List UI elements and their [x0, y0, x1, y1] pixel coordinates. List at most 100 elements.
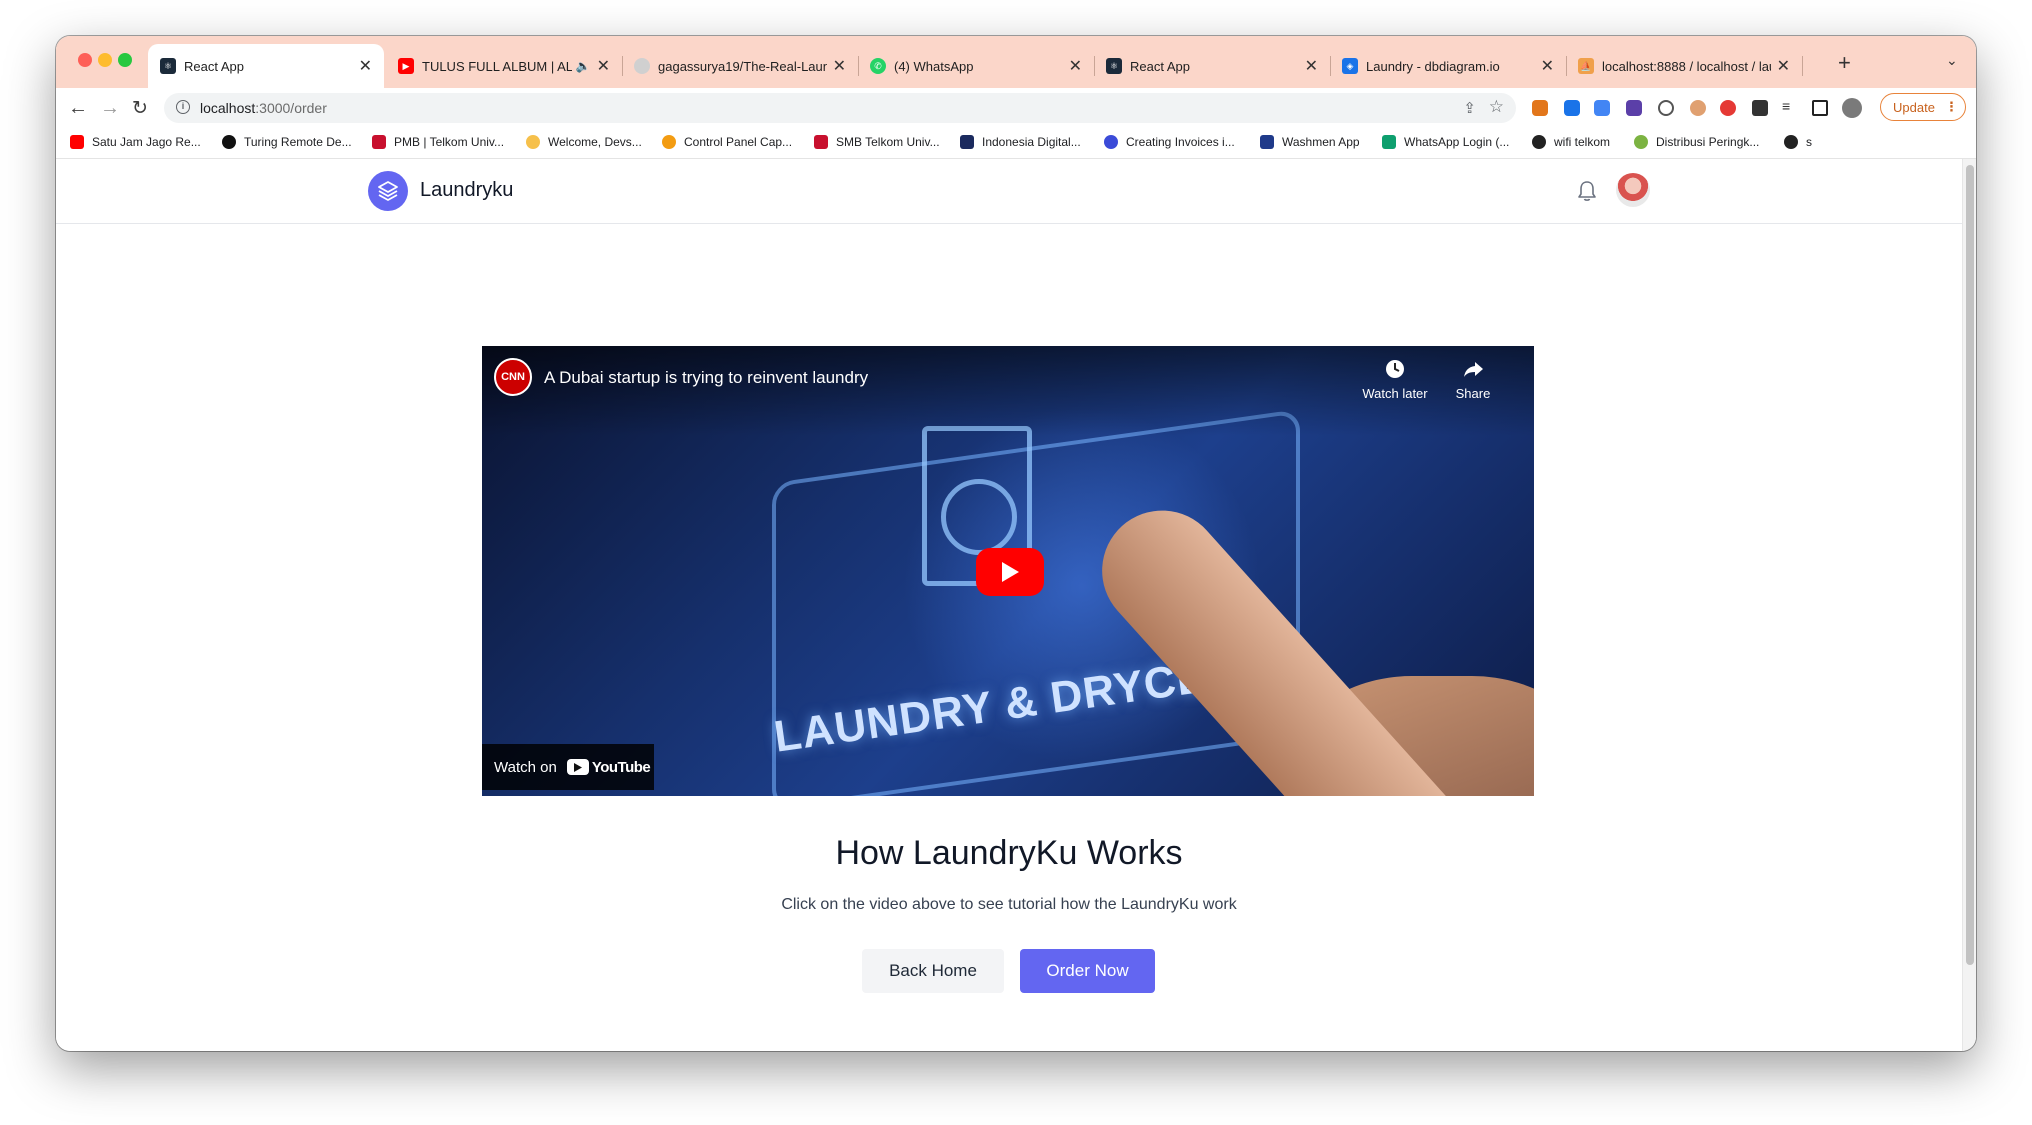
bookmark-label: wifi telkom: [1554, 135, 1611, 149]
close-window-button[interactable]: [78, 53, 92, 67]
translate-extension-icon[interactable]: [1594, 100, 1610, 116]
tab-phpmyadmin[interactable]: ⛵ localhost:8888 / localhost / laundry ✕: [1566, 44, 1803, 88]
bookmark-label: s: [1806, 135, 1812, 149]
share-arrow-icon: [1464, 362, 1483, 377]
tab-title: gagassurya19/The-Real-Laundry: [658, 58, 827, 74]
page-heading: How LaundryKu Works: [835, 834, 1183, 872]
address-bar[interactable]: i localhost:3000/order ⇪ ☆: [164, 93, 1516, 123]
bookmark-item[interactable]: Control Panel Cap...: [662, 135, 792, 149]
close-tab-icon[interactable]: ✕: [359, 56, 372, 76]
bookmark-label: Turing Remote De...: [244, 135, 352, 149]
youtube-wordmark: YouTube: [591, 758, 651, 776]
tab-react-app[interactable]: ⚛ React App ✕: [1094, 44, 1331, 88]
cnn-channel-logo[interactable]: CNN: [494, 358, 532, 396]
watch-later-button[interactable]: Watch later: [1360, 358, 1430, 401]
tab-title: React App: [1130, 58, 1190, 74]
block-extension-icon[interactable]: [1658, 100, 1674, 116]
close-tab-icon[interactable]: ✕: [1541, 56, 1554, 76]
back-arrow-icon[interactable]: ←: [68, 97, 88, 120]
close-tab-icon[interactable]: ✕: [1305, 56, 1318, 76]
bookmark-item[interactable]: Welcome, Devs...: [526, 135, 642, 149]
reload-icon[interactable]: ↻: [132, 97, 148, 120]
profile-avatar-icon[interactable]: [1842, 98, 1862, 118]
tab-dbdiagram[interactable]: ◈ Laundry - dbdiagram.io ✕: [1330, 44, 1567, 88]
github-favicon-icon: [634, 58, 650, 74]
bookmark-item[interactable]: SMB Telkom Univ...: [814, 135, 940, 149]
update-button[interactable]: Update ⋮: [1880, 93, 1966, 121]
youtube-logo: YouTube: [566, 758, 651, 776]
close-tab-icon[interactable]: ✕: [1069, 56, 1082, 76]
bookmark-item[interactable]: Washmen App: [1260, 135, 1360, 149]
tab-whatsapp[interactable]: ✆ (4) WhatsApp ✕: [858, 44, 1095, 88]
tab-react-app-active[interactable]: ⚛ React App ✕: [148, 44, 384, 88]
speaker-muted-icon[interactable]: 🔈: [576, 59, 591, 73]
honey-extension-icon[interactable]: [1690, 100, 1706, 116]
brand-name[interactable]: Laundryku: [420, 179, 513, 202]
close-tab-icon[interactable]: ✕: [833, 56, 846, 76]
washer-door: [941, 479, 1017, 555]
side-panel-icon[interactable]: [1812, 100, 1828, 116]
bookmark-label: Indonesia Digital...: [982, 135, 1081, 149]
share-icon[interactable]: ⇪: [1463, 99, 1476, 117]
bookmark-item[interactable]: Creating Invoices i...: [1104, 135, 1235, 149]
shield-extension-icon[interactable]: [1564, 100, 1580, 116]
new-tab-plus-icon[interactable]: +: [1838, 50, 1851, 76]
red-extension-icon[interactable]: [1720, 100, 1736, 116]
video-title[interactable]: A Dubai startup is trying to reinvent la…: [544, 368, 868, 388]
bookmark-label: Control Panel Cap...: [684, 135, 793, 149]
tab-search-chevron-icon[interactable]: ⌄: [1946, 52, 1958, 69]
bookmark-item[interactable]: Turing Remote De...: [222, 135, 352, 149]
whatsapp-icon: [1382, 135, 1396, 149]
play-icon: [1002, 562, 1019, 582]
minimize-window-button[interactable]: [98, 53, 112, 67]
tab-github-repo[interactable]: gagassurya19/The-Real-Laundry ✕: [622, 44, 859, 88]
tab-bar: ⚛ React App ✕ ▶ TULUS FULL ALBUM | ALBUM…: [56, 36, 1976, 88]
forward-arrow-icon[interactable]: →: [100, 97, 120, 120]
idt-icon: [960, 135, 974, 149]
youtube-video-player[interactable]: LAUNDRY & DRYCLEAN CNN A Dubai startup i…: [482, 346, 1534, 796]
more-menu-icon[interactable]: ⋮: [1945, 99, 1958, 115]
bookmark-item[interactable]: PMB | Telkom Univ...: [372, 135, 504, 149]
maximize-window-button[interactable]: [118, 53, 132, 67]
tab-tulus-album[interactable]: ▶ TULUS FULL ALBUM | ALBUM 🔈 ✕: [386, 44, 623, 88]
puzzle-extensions-icon[interactable]: [1752, 100, 1768, 116]
site-info-icon[interactable]: i: [176, 100, 190, 114]
page-content: Laundryku LAUNDRY & DRYCLEAN CNN A Dubai…: [56, 159, 1962, 1051]
washmen-icon: [1260, 135, 1274, 149]
dbdiagram-favicon-icon: ◈: [1342, 58, 1358, 74]
react-favicon-icon: ⚛: [1106, 58, 1122, 74]
tab-title: localhost:8888 / localhost / laundry: [1602, 58, 1771, 74]
update-label: Update: [1893, 99, 1935, 115]
bookmark-item[interactable]: Indonesia Digital...: [960, 135, 1081, 149]
tab-separator: [1802, 56, 1803, 76]
close-tab-icon[interactable]: ✕: [597, 56, 610, 76]
bookmark-star-icon[interactable]: ☆: [1489, 97, 1504, 117]
reading-list-icon[interactable]: ≡: [1782, 98, 1798, 114]
bookmark-item[interactable]: s: [1784, 135, 1812, 149]
play-button[interactable]: [976, 548, 1044, 596]
bookmark-item[interactable]: Distribusi Peringk...: [1634, 135, 1759, 149]
share-button[interactable]: Share: [1438, 358, 1508, 401]
metamask-extension-icon[interactable]: [1532, 100, 1548, 116]
user-avatar[interactable]: [1616, 173, 1650, 207]
scrollbar-thumb[interactable]: [1966, 165, 1974, 965]
order-now-button[interactable]: Order Now: [1020, 949, 1155, 993]
control-panel-icon: [662, 135, 676, 149]
youtube-icon: [70, 135, 84, 149]
youtube-play-icon: [566, 759, 589, 775]
close-tab-icon[interactable]: ✕: [1777, 56, 1790, 76]
share-label: Share: [1455, 386, 1491, 401]
watch-on-youtube-button[interactable]: Watch on YouTube: [482, 744, 654, 790]
page-scrollbar[interactable]: [1962, 159, 1976, 1051]
youtube-favicon-icon: ▶: [398, 58, 414, 74]
bookmark-item[interactable]: WhatsApp Login (...: [1382, 135, 1509, 149]
watch-later-label: Watch later: [1362, 386, 1428, 401]
url-text: localhost:3000/order: [200, 100, 327, 116]
globe-icon: [1784, 135, 1798, 149]
notification-bell-icon[interactable]: [1576, 179, 1598, 208]
laundryku-logo[interactable]: [368, 171, 408, 211]
bookmark-item[interactable]: wifi telkom: [1532, 135, 1610, 149]
bookmark-item[interactable]: Satu Jam Jago Re...: [70, 135, 201, 149]
badge-extension-icon[interactable]: [1626, 100, 1642, 116]
back-home-button[interactable]: Back Home: [862, 949, 1004, 993]
